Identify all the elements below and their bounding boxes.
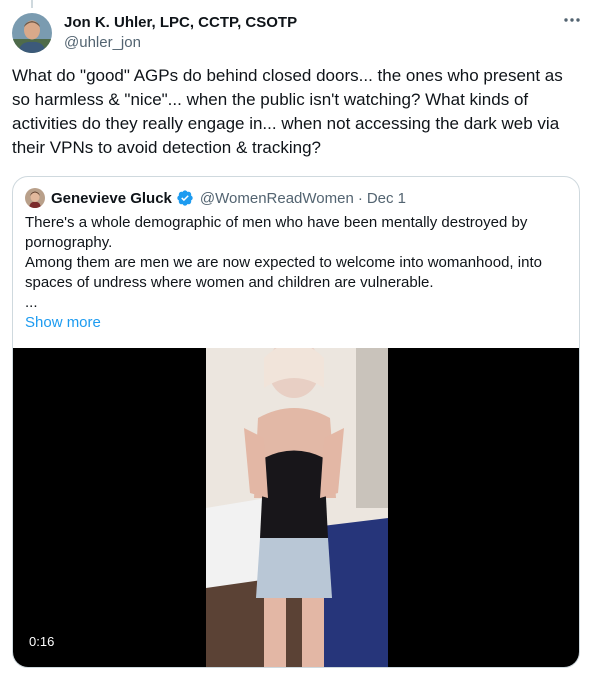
- quoted-author-avatar[interactable]: [25, 188, 45, 208]
- quoted-author-handle[interactable]: @WomenReadWomen: [200, 190, 354, 207]
- tweet-text-line: their VPNs to avoid detection & tracking…: [12, 138, 321, 157]
- more-horizontal-icon: [564, 18, 580, 22]
- header-separator: ·: [357, 189, 363, 207]
- tweet-text-line: so harmless & "nice"... when the public …: [12, 90, 529, 109]
- quoted-text-line: spaces of undress where women and childr…: [25, 274, 434, 291]
- thread-connector-line: [31, 0, 33, 8]
- quoted-text-line: pornography.: [25, 234, 113, 251]
- tweet-text: What do "good" AGPs do behind closed doo…: [12, 64, 584, 160]
- author-handle[interactable]: @uhler_jon: [64, 33, 141, 53]
- quoted-tweet-text: There's a whole demographic of men who h…: [25, 213, 565, 313]
- quoted-tweet-card[interactable]: Genevieve Gluck @WomenReadWomen · Dec 1 …: [12, 176, 580, 668]
- video-duration: 0:16: [25, 633, 59, 651]
- quoted-text-line: ...: [25, 294, 38, 311]
- author-display-name[interactable]: Jon K. Uhler, LPC, CCTP, CSOTP: [64, 13, 297, 33]
- quoted-author-name[interactable]: Genevieve Gluck: [51, 190, 172, 207]
- video-thumbnail: [206, 348, 388, 667]
- video-frame-image: [206, 348, 388, 667]
- quoted-tweet-header: Genevieve Gluck @WomenReadWomen · Dec 1: [25, 187, 406, 209]
- video-player[interactable]: 0:16: [13, 348, 579, 667]
- show-more-link[interactable]: Show more: [25, 313, 101, 333]
- quoted-avatar-image: [25, 188, 45, 208]
- more-options-button[interactable]: [560, 10, 584, 30]
- avatar-image: [12, 13, 52, 53]
- tweet-text-line: activities do they really engage in... w…: [12, 114, 560, 133]
- quoted-tweet-date[interactable]: Dec 1: [367, 190, 406, 207]
- quoted-text-line: Among them are men we are now expected t…: [25, 254, 542, 271]
- tweet-text-line: What do "good" AGPs do behind closed doo…: [12, 66, 563, 85]
- verified-badge-icon: [176, 189, 194, 207]
- author-avatar[interactable]: [12, 13, 52, 53]
- quoted-text-line: There's a whole demographic of men who h…: [25, 214, 528, 231]
